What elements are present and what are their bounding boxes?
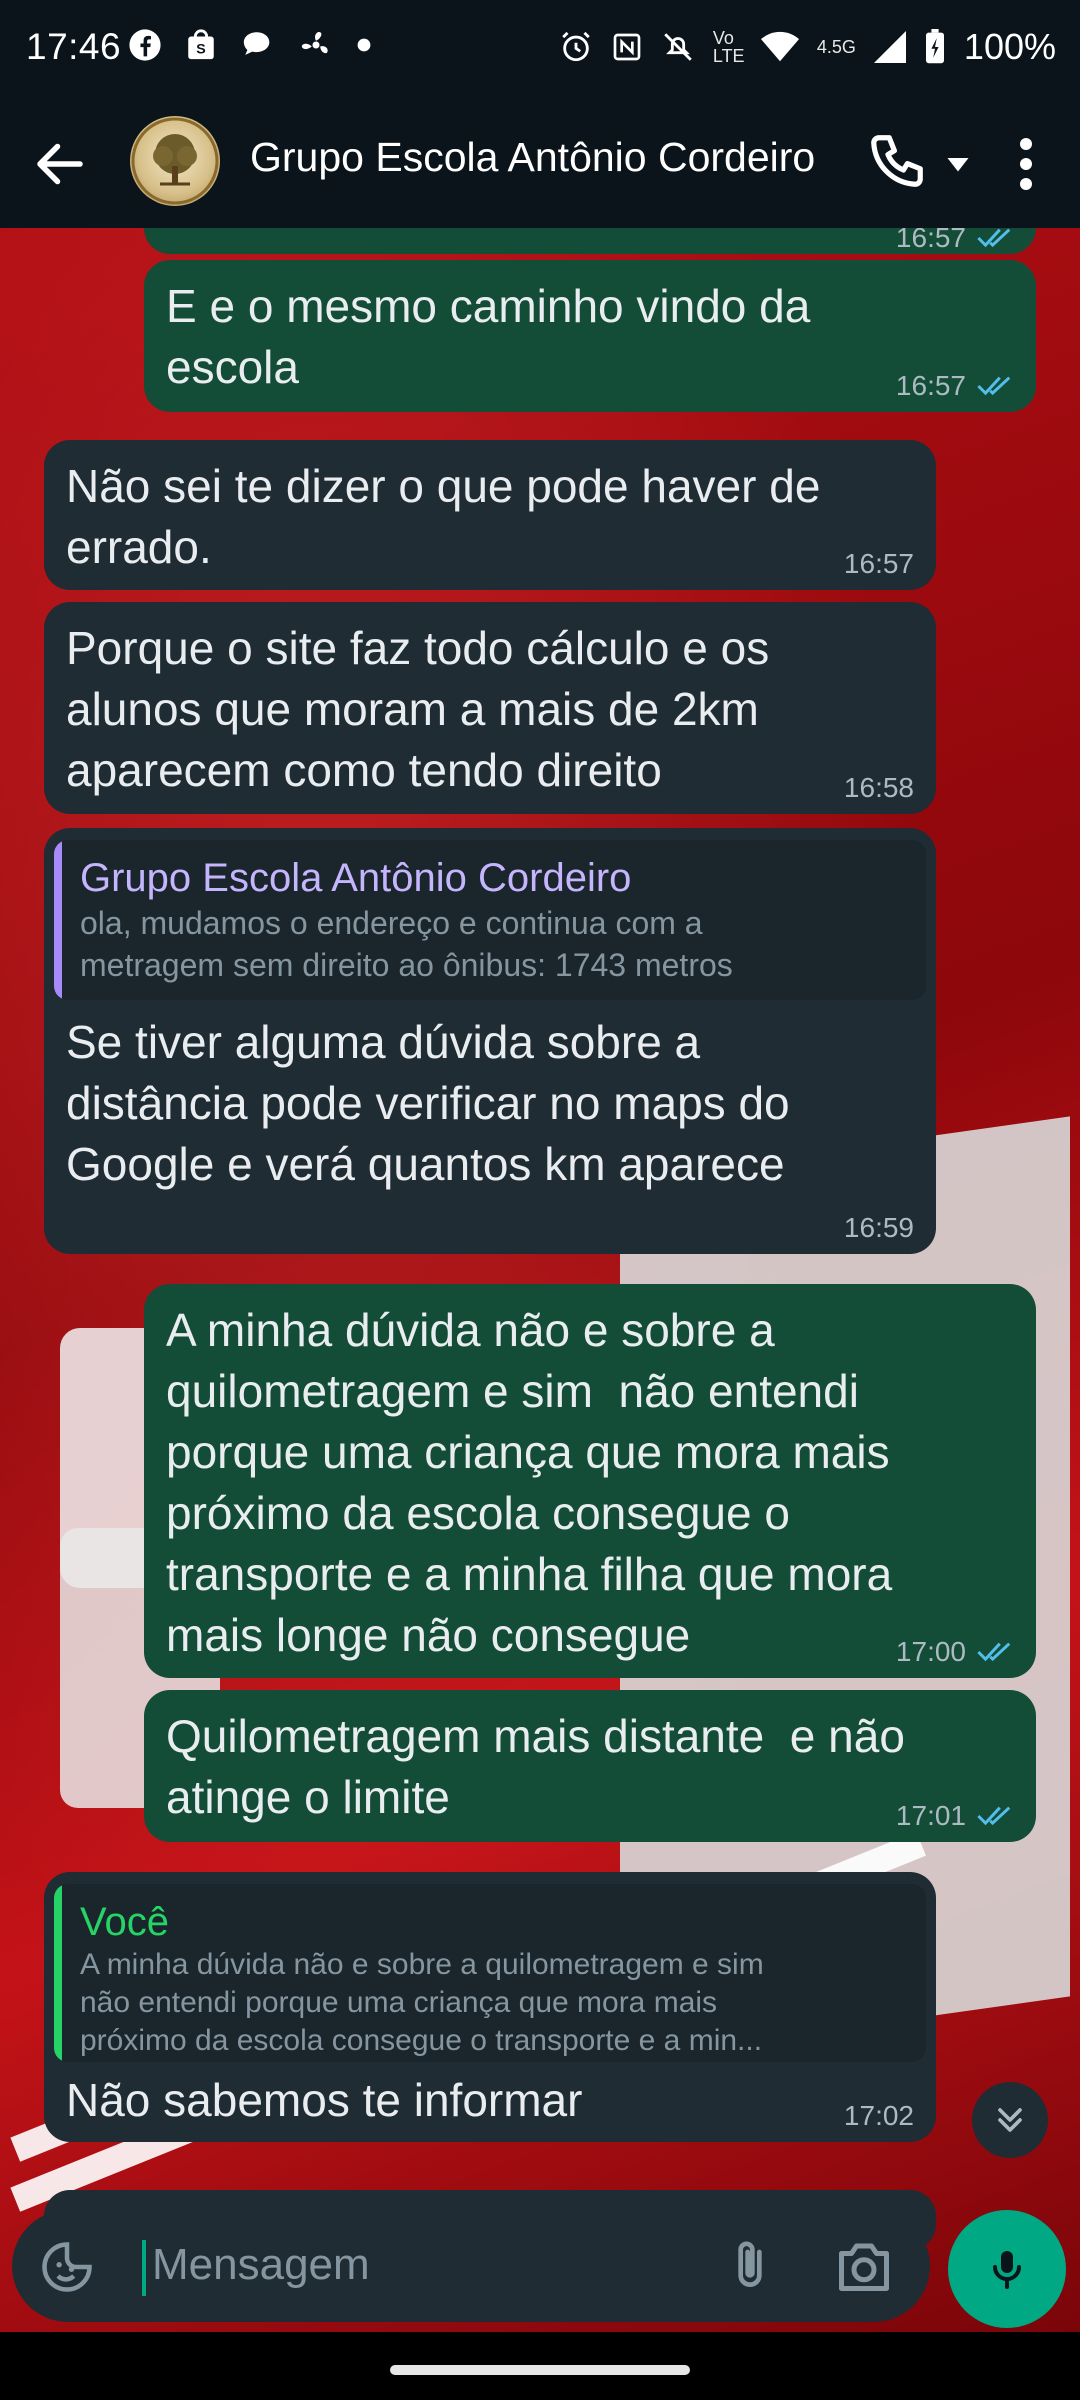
quote-bar [54,840,62,1000]
svg-text:S: S [196,42,205,58]
message-text: A minha dúvida não e sobre a quilometrag… [166,1304,893,1661]
message-composer: Mensagem [12,2210,930,2322]
message-time: 16:57 [895,228,966,253]
shopping-bag-icon: S [188,29,214,60]
microphone-icon [993,2251,1021,2289]
camera-icon[interactable] [834,2238,894,2294]
read-ticks-icon [977,228,1011,248]
message-text: Não sei te dizer o que pode haver de err… [66,460,821,573]
message-meta: 16:57 [896,370,1014,402]
system-icons: Vo LTE 4.5G 100% [559,26,1056,68]
message-meta: 16:57 [896,228,1014,254]
fan-icon [301,31,328,54]
battery-percent: 100% [963,26,1056,67]
scroll-to-bottom-button[interactable] [972,2082,1048,2158]
message-meta: 16:58 [844,772,914,804]
message-meta: 16:57 [844,548,914,580]
message-text: Quilometragem mais distante e não atinge… [166,1710,905,1823]
message-outgoing[interactable]: 16:57 [144,228,1036,254]
signal-icon [873,31,906,63]
nfc-icon [613,33,641,61]
dropdown-icon[interactable] [940,146,976,182]
quote-text: ola, mudamos o endereço e continua com a… [80,905,733,983]
message-text: Porque o site faz todo cálculo e os alun… [66,622,770,796]
message-outgoing[interactable]: E e o mesmo caminho vindo da escola 16:5… [144,260,1036,412]
double-chevron-down-icon [998,2108,1022,2132]
battery-charging-icon [925,29,944,64]
message-outgoing[interactable]: A minha dúvida não e sobre a quilometrag… [144,1284,1036,1678]
network-type: 4.5G [816,37,856,57]
paperclip-icon[interactable] [722,2236,778,2296]
facebook-icon [129,29,161,61]
text-caret [142,2240,146,2296]
message-text: Se tiver alguma dúvida sobre a distância… [66,1016,790,1190]
message-text: Não sabemos te informar [66,2074,583,2126]
message-time: 16:57 [843,548,914,579]
quoted-message[interactable]: Grupo Escola Antônio Cordeiro ola, mudam… [54,840,926,1000]
home-indicator[interactable] [390,2365,690,2375]
chat-bubbles-icon [243,32,270,55]
chat-header: Grupo Escola Antônio Cordeiro [0,100,1080,228]
chat-area[interactable]: 16:57 E e o mesmo caminho vindo da escol… [0,228,1080,2332]
read-ticks-icon [977,1806,1011,1826]
more-vertical-icon[interactable] [1006,134,1046,194]
message-meta: 16:59 [844,1212,914,1244]
alarm-icon [562,31,590,62]
sticker-emoji-icon[interactable] [40,2240,94,2294]
back-arrow-icon[interactable] [30,134,90,194]
message-meta: 17:00 [896,1636,1014,1668]
message-input[interactable]: Mensagem [152,2240,370,2290]
mute-icon [664,33,692,61]
phone-icon[interactable] [866,130,928,192]
read-ticks-icon [977,1642,1011,1662]
microphone-button[interactable] [948,2210,1066,2328]
message-time: 17:00 [895,1636,966,1667]
dot-icon [357,38,371,52]
message-incoming-reply[interactable]: Você A minha dúvida não e sobre a quilom… [44,1872,936,2142]
quote-text: A minha dúvida não e sobre a quilometrag… [80,1948,764,2057]
quote-author: Grupo Escola Antônio Cordeiro [80,856,632,900]
message-time: 16:57 [895,370,966,401]
message-time: 16:58 [843,772,914,803]
message-incoming[interactable]: Não sei te dizer o que pode haver de err… [44,440,936,590]
wifi-icon [760,31,799,62]
notification-icons: S [128,28,372,62]
quote-bar [54,1884,62,2062]
message-outgoing[interactable]: Quilometragem mais distante e não atinge… [144,1690,1036,1842]
message-incoming-reply[interactable]: Grupo Escola Antônio Cordeiro ola, mudam… [44,828,936,1254]
group-avatar[interactable] [130,116,220,206]
message-meta: 17:02 [844,2100,914,2132]
message-time: 17:02 [843,2100,914,2131]
status-time: 17:46 [26,26,122,67]
chat-title[interactable]: Grupo Escola Antônio Cordeiro [250,134,815,181]
message-text: E e o mesmo caminho vindo da escola [166,280,811,393]
message-incoming[interactable]: Porque o site faz todo cálculo e os alun… [44,602,936,814]
message-time: 17:01 [895,1800,966,1831]
status-bar: 17:46 S Vo LTE 4.5G 100% [0,0,1080,100]
quote-author: Você [80,1900,169,1944]
message-time: 16:59 [843,1212,914,1243]
message-meta: 17:01 [896,1800,1014,1832]
volte-label: Vo LTE [712,28,745,66]
read-ticks-icon [977,376,1011,396]
tree-logo-icon [131,117,219,205]
quoted-message[interactable]: Você A minha dúvida não e sobre a quilom… [54,1884,926,2062]
